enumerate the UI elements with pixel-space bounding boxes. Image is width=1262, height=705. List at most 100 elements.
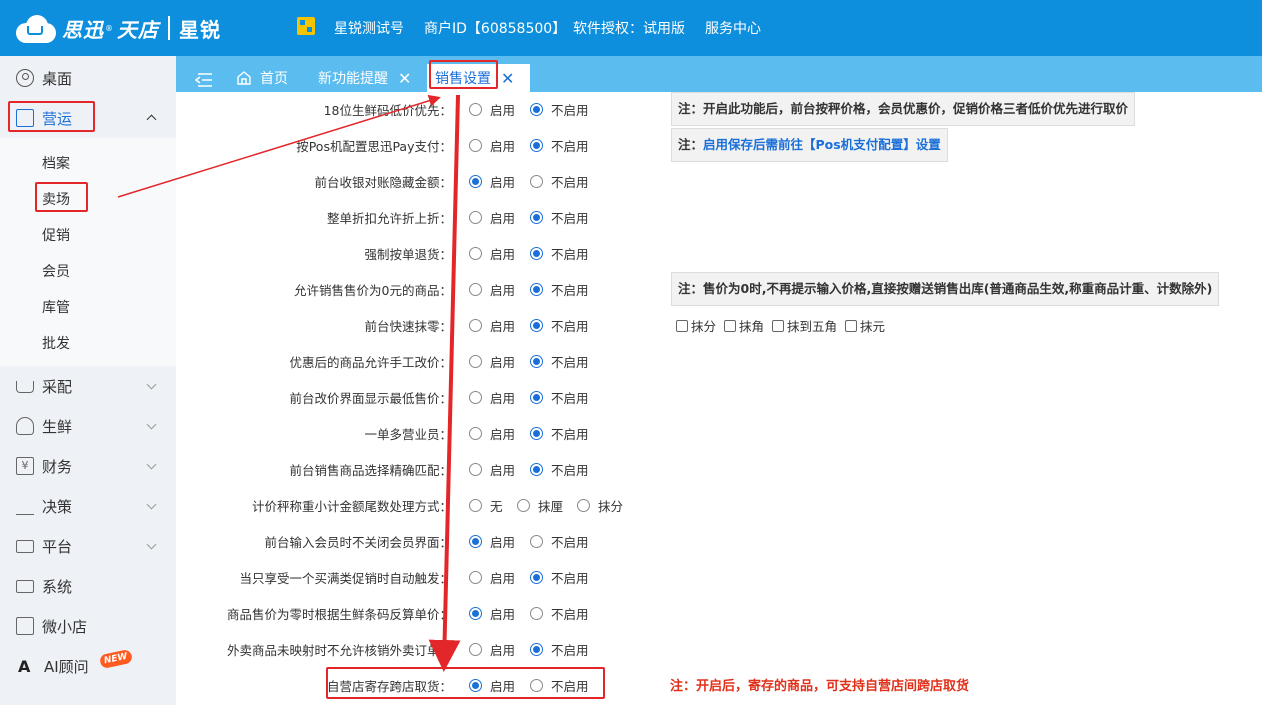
radio-option[interactable]: 启用: [469, 208, 515, 227]
service-center-link[interactable]: 服务中心: [705, 18, 761, 38]
radio-option[interactable]: 不启用: [530, 388, 589, 407]
radio-button[interactable]: [469, 463, 482, 476]
account-name[interactable]: 星锐测试号: [334, 18, 404, 38]
radio-option[interactable]: 不启用: [530, 676, 589, 695]
radio-option[interactable]: 抹分: [577, 496, 623, 515]
radio-button[interactable]: [530, 643, 543, 656]
tab-new-feature[interactable]: 新功能提醒 ✕: [318, 64, 411, 92]
radio-button[interactable]: [530, 535, 543, 548]
radio-label: 启用: [490, 607, 516, 622]
radio-label: 不启用: [551, 283, 589, 298]
radio-button[interactable]: [469, 103, 482, 116]
radio-option[interactable]: 启用: [469, 604, 515, 623]
radio-button[interactable]: [530, 391, 543, 404]
cloud-cart-logo-icon: [14, 13, 58, 43]
radio-option[interactable]: 不启用: [530, 244, 589, 263]
radio-option[interactable]: 启用: [469, 172, 515, 191]
radio-button[interactable]: [530, 211, 543, 224]
radio-button[interactable]: [530, 571, 543, 584]
setting-row: 自营店寄存跨店取货： 启用 不启用: [0, 666, 1262, 702]
radio-button[interactable]: [469, 643, 482, 656]
radio-label: 无: [490, 499, 503, 514]
radio-button[interactable]: [530, 607, 543, 620]
radio-option[interactable]: 不启用: [530, 532, 589, 551]
radio-button[interactable]: [469, 607, 482, 620]
radio-button[interactable]: [469, 211, 482, 224]
setting-row: 强制按单退货： 启用 不启用: [0, 234, 1262, 270]
radio-option[interactable]: 抹厘: [517, 496, 563, 515]
setting-label: 允许销售售价为0元的商品：: [294, 283, 452, 298]
radio-option[interactable]: 不启用: [530, 280, 589, 299]
radio-label: 启用: [490, 391, 516, 406]
logo-sub-text: 星锐: [179, 17, 221, 42]
radio-button[interactable]: [530, 139, 543, 152]
setting-row: 按Pos机配置思迅Pay支付： 启用 不启用: [0, 126, 1262, 162]
setting-label: 前台收银对账隐藏金额：: [314, 175, 452, 190]
radio-option[interactable]: 启用: [469, 100, 515, 119]
radio-button[interactable]: [469, 391, 482, 404]
setting-row: 一单多营业员： 启用 不启用: [0, 414, 1262, 450]
radio-button[interactable]: [469, 427, 482, 440]
radio-button[interactable]: [530, 319, 543, 332]
radio-option[interactable]: 不启用: [530, 352, 589, 371]
logo-divider: [168, 16, 170, 40]
radio-button[interactable]: [530, 283, 543, 296]
radio-option[interactable]: 启用: [469, 460, 515, 479]
logo-brand-text: 天店: [117, 17, 159, 42]
radio-option[interactable]: 启用: [469, 676, 515, 695]
radio-button[interactable]: [469, 679, 482, 692]
tab-home[interactable]: 首页: [236, 64, 288, 92]
radio-button[interactable]: [577, 499, 590, 512]
radio-option[interactable]: 不启用: [530, 424, 589, 443]
radio-option[interactable]: 不启用: [530, 460, 589, 479]
radio-option[interactable]: 不启用: [530, 568, 589, 587]
qr-code-icon[interactable]: [297, 17, 315, 35]
radio-button[interactable]: [469, 499, 482, 512]
close-icon[interactable]: ✕: [501, 69, 514, 88]
radio-button[interactable]: [530, 103, 543, 116]
radio-option[interactable]: 不启用: [530, 172, 589, 191]
radio-option[interactable]: 启用: [469, 136, 515, 155]
tab-label: 销售设置: [435, 71, 491, 87]
radio-button[interactable]: [469, 139, 482, 152]
radio-button[interactable]: [469, 247, 482, 260]
radio-option[interactable]: 启用: [469, 568, 515, 587]
radio-button[interactable]: [469, 319, 482, 332]
radio-option[interactable]: 不启用: [530, 640, 589, 659]
radio-option[interactable]: 启用: [469, 244, 515, 263]
radio-option[interactable]: 不启用: [530, 208, 589, 227]
radio-button[interactable]: [530, 463, 543, 476]
radio-button[interactable]: [469, 355, 482, 368]
radio-button[interactable]: [517, 499, 530, 512]
setting-label: 18位生鲜码低价优先：: [323, 103, 452, 118]
radio-button[interactable]: [530, 427, 543, 440]
radio-button[interactable]: [469, 535, 482, 548]
radio-button[interactable]: [469, 571, 482, 584]
radio-label: 不启用: [551, 211, 589, 226]
setting-row: 前台输入会员时不关闭会员界面： 启用 不启用: [0, 522, 1262, 558]
radio-option[interactable]: 不启用: [530, 136, 589, 155]
radio-option[interactable]: 启用: [469, 424, 515, 443]
radio-button[interactable]: [469, 283, 482, 296]
radio-option[interactable]: 启用: [469, 316, 515, 335]
radio-option[interactable]: 启用: [469, 388, 515, 407]
radio-button[interactable]: [530, 175, 543, 188]
radio-option[interactable]: 启用: [469, 352, 515, 371]
setting-row: 商品售价为零时根据生鲜条码反算单价： 启用 不启用: [0, 594, 1262, 630]
radio-option[interactable]: 启用: [469, 640, 515, 659]
radio-option[interactable]: 不启用: [530, 604, 589, 623]
radio-option[interactable]: 无: [469, 496, 503, 515]
radio-label: 启用: [490, 283, 516, 298]
setting-row: 整单折扣允许折上折： 启用 不启用: [0, 198, 1262, 234]
radio-option[interactable]: 启用: [469, 280, 515, 299]
radio-button[interactable]: [469, 175, 482, 188]
radio-button[interactable]: [530, 679, 543, 692]
setting-label: 前台销售商品选择精确匹配：: [289, 463, 452, 478]
radio-option[interactable]: 启用: [469, 532, 515, 551]
radio-option[interactable]: 不启用: [530, 316, 589, 335]
radio-option[interactable]: 不启用: [530, 100, 589, 119]
tab-sales-settings[interactable]: 销售设置 ✕: [427, 64, 530, 92]
close-icon[interactable]: ✕: [398, 69, 411, 88]
radio-button[interactable]: [530, 355, 543, 368]
radio-button[interactable]: [530, 247, 543, 260]
